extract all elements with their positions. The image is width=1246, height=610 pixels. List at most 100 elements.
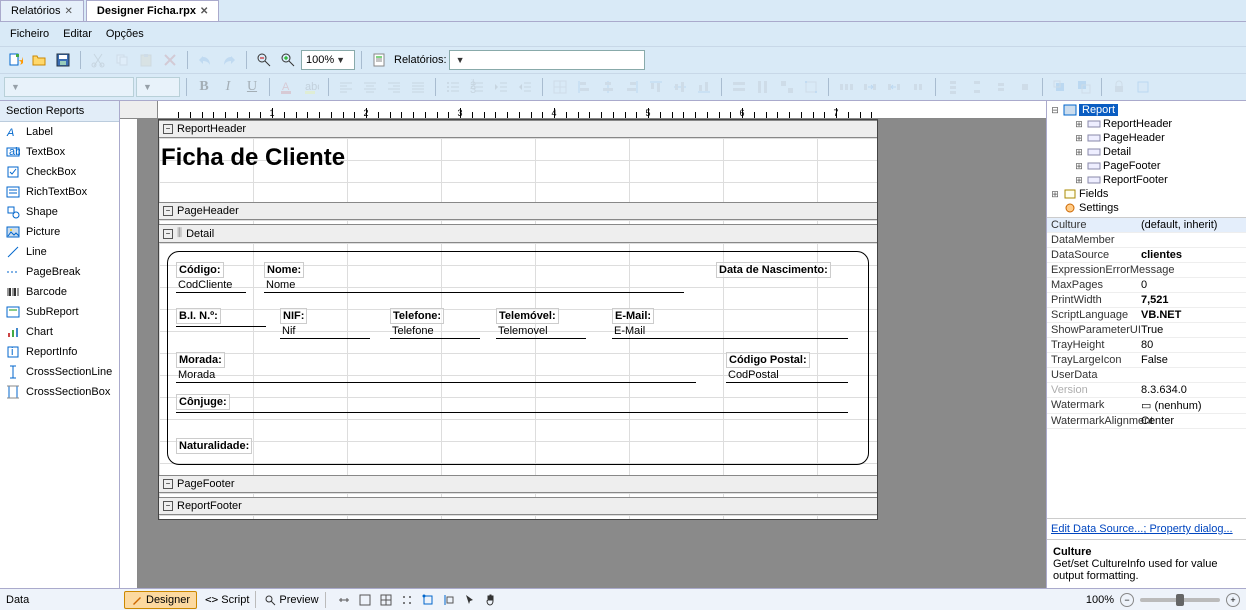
zoom-in-icon[interactable] bbox=[277, 49, 299, 71]
italic-icon[interactable]: I bbox=[217, 76, 239, 98]
section-page-footer[interactable]: −PageFooter bbox=[159, 475, 877, 493]
underline-icon[interactable]: U bbox=[241, 76, 263, 98]
naturalidade-label[interactable]: Naturalidade: bbox=[176, 438, 252, 454]
lock-icon[interactable] bbox=[1108, 76, 1130, 98]
snap-grid-icon[interactable] bbox=[418, 591, 438, 609]
same-size-icon[interactable] bbox=[776, 76, 798, 98]
align-right-obj-icon[interactable] bbox=[621, 76, 643, 98]
tool-subreport[interactable]: SubReport bbox=[0, 302, 119, 322]
prop-watermark[interactable]: Watermark▭ (nenhum) bbox=[1047, 398, 1246, 414]
section-report-footer[interactable]: −ReportFooter bbox=[159, 497, 877, 515]
zoom-out-icon[interactable] bbox=[253, 49, 275, 71]
prop-expressionerrormessage[interactable]: ExpressionErrorMessage bbox=[1047, 263, 1246, 278]
tree-node-pageheader[interactable]: ⊞PageHeader bbox=[1073, 131, 1244, 145]
tree-node-pagefooter[interactable]: ⊞PageFooter bbox=[1073, 159, 1244, 173]
codpostal-label[interactable]: Código Postal: bbox=[726, 352, 810, 368]
tool-crosssectionline[interactable]: CrossSectionLine bbox=[0, 362, 119, 382]
menu-opcoes[interactable]: Opções bbox=[106, 28, 144, 40]
tree-node-detail[interactable]: ⊞Detail bbox=[1073, 145, 1244, 159]
tool-line[interactable]: Line bbox=[0, 242, 119, 262]
tool-checkbox[interactable]: CheckBox bbox=[0, 162, 119, 182]
indent-icon[interactable] bbox=[514, 76, 536, 98]
outdent-icon[interactable] bbox=[490, 76, 512, 98]
delete-icon[interactable] bbox=[159, 49, 181, 71]
conjuge-field[interactable] bbox=[176, 410, 848, 413]
nif-field[interactable]: Nif bbox=[280, 324, 370, 339]
close-icon[interactable]: ✕ bbox=[65, 6, 73, 17]
email-label[interactable]: E-Mail: bbox=[612, 308, 654, 324]
tree-node-reportheader[interactable]: ⊞ReportHeader bbox=[1073, 117, 1244, 131]
font-color-icon[interactable]: A bbox=[276, 76, 298, 98]
morada-label[interactable]: Morada: bbox=[176, 352, 225, 368]
prop-version[interactable]: Version8.3.634.0 bbox=[1047, 383, 1246, 398]
same-width-icon[interactable] bbox=[728, 76, 750, 98]
telemovel-label[interactable]: Telemóvel: bbox=[496, 308, 559, 324]
zoom-combo[interactable]: 100%▼ bbox=[301, 50, 355, 70]
design-surface[interactable]: −ReportHeader Ficha de Cliente −PageHead… bbox=[138, 119, 1046, 588]
view-script[interactable]: <>Script bbox=[199, 591, 256, 608]
show-grid-icon[interactable] bbox=[376, 591, 396, 609]
morada-field[interactable]: Morada bbox=[176, 368, 696, 383]
telefone-label[interactable]: Telefone: bbox=[390, 308, 444, 324]
zoom-in-button[interactable]: + bbox=[1226, 593, 1240, 607]
dots-grid-icon[interactable] bbox=[397, 591, 417, 609]
vspace-remove-icon[interactable] bbox=[1014, 76, 1036, 98]
tree-node-reportfooter[interactable]: ⊞ReportFooter bbox=[1073, 173, 1244, 187]
report-page[interactable]: −ReportHeader Ficha de Cliente −PageHead… bbox=[158, 119, 878, 520]
prop-watermarkalignment[interactable]: WatermarkAlignmentCenter bbox=[1047, 414, 1246, 429]
prop-printwidth[interactable]: PrintWidth7,521 bbox=[1047, 293, 1246, 308]
prop-trayheight[interactable]: TrayHeight80 bbox=[1047, 338, 1246, 353]
hide-grid-icon[interactable] bbox=[355, 591, 375, 609]
prop-traylargeicon[interactable]: TrayLargeIconFalse bbox=[1047, 353, 1246, 368]
section-page-header[interactable]: −PageHeader bbox=[159, 202, 877, 220]
hspace-remove-icon[interactable] bbox=[907, 76, 929, 98]
property-grid[interactable]: Culture(default, inherit)DataMember›Data… bbox=[1047, 218, 1246, 519]
nome-label[interactable]: Nome: bbox=[264, 262, 304, 278]
align-center-icon[interactable] bbox=[359, 76, 381, 98]
tool-textbox[interactable]: abTextBox bbox=[0, 142, 119, 162]
menu-ficheiro[interactable]: Ficheiro bbox=[10, 28, 49, 40]
email-field[interactable]: E-Mail bbox=[612, 324, 848, 339]
undo-icon[interactable] bbox=[194, 49, 216, 71]
align-justify-icon[interactable] bbox=[407, 76, 429, 98]
zoom-out-button[interactable]: − bbox=[1120, 593, 1134, 607]
report-icon[interactable] bbox=[368, 49, 390, 71]
prop-datamember[interactable]: DataMember bbox=[1047, 233, 1246, 248]
tree-node-report[interactable]: ⊟Report bbox=[1049, 103, 1244, 117]
pan-mode-icon[interactable] bbox=[481, 591, 501, 609]
vspace-dec-icon[interactable] bbox=[990, 76, 1012, 98]
send-back-icon[interactable] bbox=[1073, 76, 1095, 98]
paste-icon[interactable] bbox=[135, 49, 157, 71]
datanasc-label[interactable]: Data de Nascimento: bbox=[716, 262, 831, 278]
bi-label[interactable]: B.I. N.º: bbox=[176, 308, 221, 324]
align-left-icon[interactable] bbox=[335, 76, 357, 98]
report-title-label[interactable]: Ficha de Cliente bbox=[159, 138, 347, 178]
nome-field[interactable]: Nome bbox=[264, 278, 684, 293]
tool-pagebreak[interactable]: PageBreak bbox=[0, 262, 119, 282]
select-mode-icon[interactable] bbox=[460, 591, 480, 609]
redo-icon[interactable] bbox=[218, 49, 240, 71]
font-size-combo[interactable]: ▼ bbox=[136, 77, 180, 97]
tool-chart[interactable]: Chart bbox=[0, 322, 119, 342]
font-family-combo[interactable]: ▼ bbox=[4, 77, 134, 97]
open-icon[interactable] bbox=[28, 49, 50, 71]
align-right-icon[interactable] bbox=[383, 76, 405, 98]
prop-showparameterui[interactable]: ShowParameterUITrue bbox=[1047, 323, 1246, 338]
report-combo[interactable]: ▼ bbox=[449, 50, 645, 70]
tree-node-settings[interactable]: Settings bbox=[1049, 201, 1244, 215]
prop-datasource[interactable]: ›DataSourceclientes bbox=[1047, 248, 1246, 263]
prop-maxpages[interactable]: MaxPages0 bbox=[1047, 278, 1246, 293]
tool-barcode[interactable]: Barcode bbox=[0, 282, 119, 302]
telefone-field[interactable]: Telefone bbox=[390, 324, 480, 339]
detail-frame[interactable]: Código: CodCliente Nome: Nome Data de Na… bbox=[167, 251, 869, 465]
codpostal-field[interactable]: CodPostal bbox=[726, 368, 848, 383]
hspace-inc-icon[interactable] bbox=[859, 76, 881, 98]
copy-icon[interactable] bbox=[111, 49, 133, 71]
bring-front-icon[interactable] bbox=[1049, 76, 1071, 98]
bold-icon[interactable]: B bbox=[193, 76, 215, 98]
tool-reportinfo[interactable]: iReportInfo bbox=[0, 342, 119, 362]
align-left-obj-icon[interactable] bbox=[573, 76, 595, 98]
style-icon[interactable] bbox=[1132, 76, 1154, 98]
prop-culture[interactable]: Culture(default, inherit) bbox=[1047, 218, 1246, 233]
hspace-equal-icon[interactable] bbox=[835, 76, 857, 98]
